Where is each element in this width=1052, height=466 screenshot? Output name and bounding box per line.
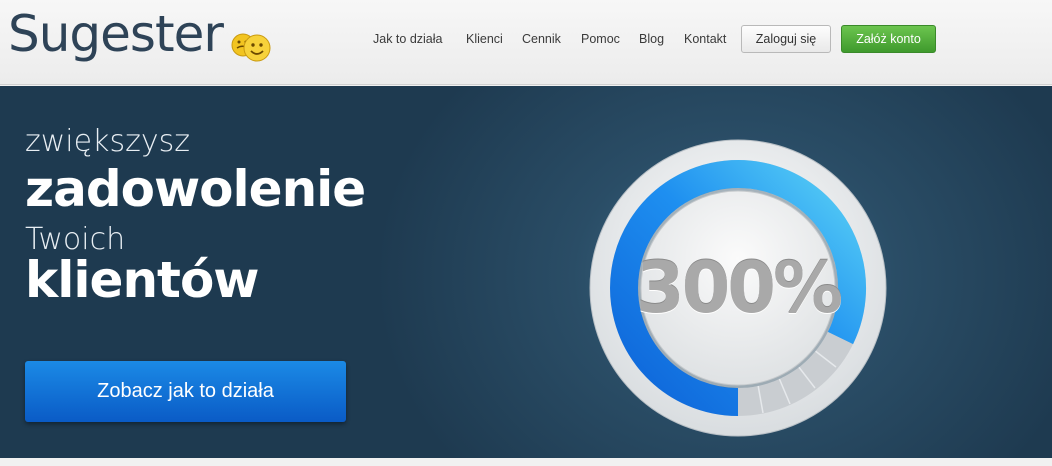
nav-help[interactable]: Pomoc bbox=[581, 32, 620, 46]
login-button[interactable]: Zaloguj się bbox=[741, 25, 831, 53]
gauge-percentage: 300% bbox=[635, 247, 843, 329]
hero-line-1: zwiększysz bbox=[25, 124, 190, 159]
nav-how-it-works[interactable]: Jak to działa bbox=[373, 32, 442, 46]
smiley-faces-icon bbox=[231, 33, 271, 62]
hero-section: zwiększysz zadowolenie Twoich klientów Z… bbox=[0, 86, 1052, 466]
nav-contact[interactable]: Kontakt bbox=[684, 32, 726, 46]
see-how-it-works-button[interactable]: Zobacz jak to działa bbox=[25, 361, 346, 422]
site-header: Sugester Jak to działa Klienci Cennik Po… bbox=[0, 0, 1052, 85]
signup-button[interactable]: Załóż konto bbox=[841, 25, 936, 53]
logo-text[interactable]: Sugester bbox=[8, 2, 224, 66]
nav-clients[interactable]: Klienci bbox=[466, 32, 503, 46]
hero-line-2: zadowolenie bbox=[25, 160, 366, 218]
page-bottom-edge bbox=[0, 458, 1052, 466]
hero-line-4: klientów bbox=[25, 251, 259, 309]
nav-blog[interactable]: Blog bbox=[639, 32, 664, 46]
nav-pricing[interactable]: Cennik bbox=[522, 32, 561, 46]
